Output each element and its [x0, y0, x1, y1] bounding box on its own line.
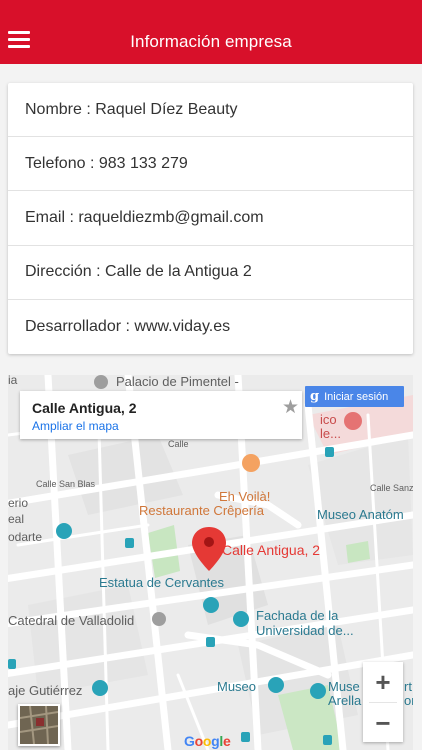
label-aje-gutierrez: aje Gutiérrez — [8, 683, 82, 698]
label-ico: ico — [320, 412, 337, 427]
sign-in-label: Iniciar sesión — [324, 390, 389, 403]
satellite-toggle[interactable] — [18, 704, 60, 746]
page-title: Información empresa — [130, 32, 292, 51]
label-museo: Museo — [217, 679, 256, 694]
label-calle-san-blas: Calle San Blas — [36, 479, 96, 489]
google-plus-icon: g — [310, 389, 320, 404]
marker-label: Calle Antigua, 2 — [222, 542, 320, 558]
company-info-card: Nombre : Raquel Díez Beauty Telefono : 9… — [8, 83, 413, 354]
name-row: Nombre : Raquel Díez Beauty — [8, 83, 413, 138]
label-palacio: Palacio de Pimentel - — [116, 375, 239, 389]
zoom-control: + − — [363, 662, 403, 742]
label-rt: rt — [404, 679, 412, 694]
embedded-map[interactable]: Palacio de Pimentel - ico le... Calle Sa… — [8, 375, 413, 750]
star-icon[interactable]: ★ — [282, 398, 300, 417]
label-eh-voila: Eh Voilà! — [219, 489, 270, 504]
sign-in-button[interactable]: g Iniciar sesión — [305, 386, 404, 407]
app-bar: Información empresa — [0, 0, 422, 64]
label-calle-v: Calle — [168, 439, 189, 449]
zoom-in-button[interactable]: + — [363, 662, 403, 702]
label-ia: ia — [8, 375, 18, 387]
label-restaurante: Restaurante Crêpería — [139, 503, 265, 518]
label-arella: Arella — [328, 693, 362, 708]
label-fachada-2: Universidad de... — [256, 623, 354, 638]
label-museo-anatom: Museo Anatóm — [317, 507, 404, 522]
label-odarte: odarte — [8, 530, 42, 544]
satellite-thumbnail-icon — [20, 706, 58, 744]
label-eal: eal — [8, 512, 24, 526]
label-muse: Muse — [328, 679, 360, 694]
enlarge-map-link[interactable]: Ampliar el mapa — [32, 419, 119, 433]
label-le: le... — [320, 426, 341, 441]
developer-row[interactable]: Desarrollador : www.viday.es — [8, 300, 413, 354]
label-erio: erio — [8, 496, 28, 510]
label-on: on — [404, 693, 413, 708]
label-calle-sanz: Calle Sanz — [370, 483, 413, 493]
address-row[interactable]: Dirección : Calle de la Antigua 2 — [8, 246, 413, 300]
zoom-out-button[interactable]: − — [363, 703, 403, 743]
google-logo: Google — [184, 733, 231, 749]
phone-row[interactable]: Telefono : 983 133 279 — [8, 137, 413, 192]
place-title: Calle Antigua, 2 — [32, 400, 137, 416]
label-estatua: Estatua de Cervantes — [99, 575, 225, 590]
label-fachada-1: Fachada de la — [256, 608, 339, 623]
label-catedral: Catedral de Valladolid — [8, 613, 134, 628]
map-place-card: Calle Antigua, 2 Ampliar el mapa ★ — [20, 391, 302, 439]
email-row[interactable]: Email : raqueldiezmb@gmail.com — [8, 191, 413, 246]
